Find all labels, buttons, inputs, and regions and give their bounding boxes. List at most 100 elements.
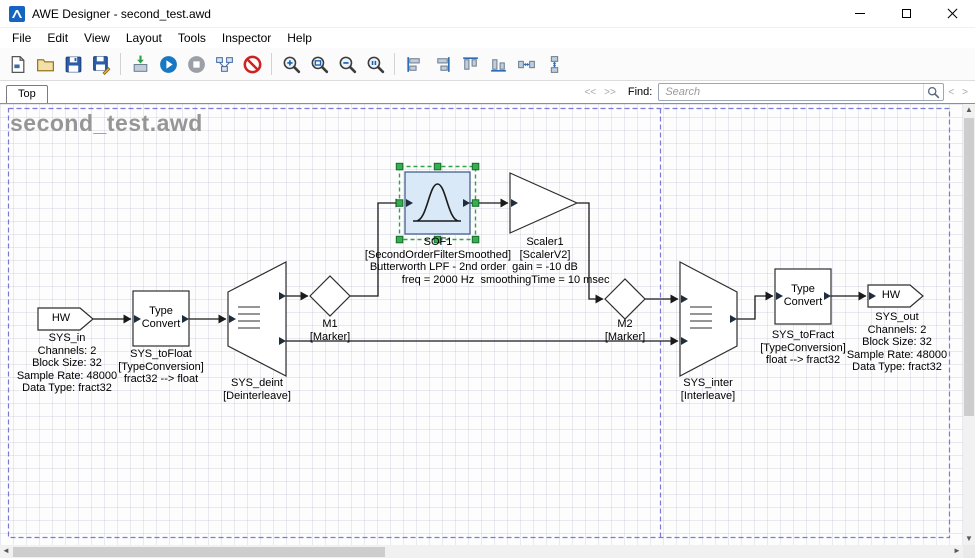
find-next-button[interactable]: > bbox=[958, 87, 972, 98]
align-top-button[interactable] bbox=[456, 50, 484, 78]
zoom-out-button[interactable] bbox=[333, 50, 361, 78]
block-detail: [Interleave] bbox=[648, 390, 768, 403]
run-icon bbox=[158, 54, 179, 75]
menu-item-file[interactable]: File bbox=[4, 29, 39, 47]
design-canvas[interactable]: second_test.awd HW Type Convert Type Con… bbox=[0, 104, 963, 545]
zoom-fit-icon bbox=[309, 54, 330, 75]
profile-icon bbox=[214, 54, 235, 75]
zoom-in-button[interactable] bbox=[277, 50, 305, 78]
history-back-button[interactable]: << bbox=[580, 87, 600, 98]
open-icon bbox=[35, 54, 56, 75]
block-detail: Block Size: 32 bbox=[837, 336, 957, 349]
block-detail: gain = -10 dB bbox=[474, 261, 616, 274]
block-detail: [ScalerV2] bbox=[474, 249, 616, 262]
distribute-horizontal-button[interactable] bbox=[512, 50, 540, 78]
scroll-left-arrow[interactable]: ◄ bbox=[0, 545, 12, 558]
menu-item-tools[interactable]: Tools bbox=[170, 29, 214, 47]
search-icon[interactable] bbox=[923, 84, 943, 100]
run-button[interactable] bbox=[154, 50, 182, 78]
save-as-button[interactable] bbox=[87, 50, 115, 78]
align-right-button[interactable] bbox=[428, 50, 456, 78]
align-bottom-icon bbox=[488, 54, 509, 75]
vertical-scroll-thumb[interactable] bbox=[964, 118, 974, 416]
download-to-target-button[interactable] bbox=[126, 50, 154, 78]
zoom-actual-button[interactable] bbox=[361, 50, 389, 78]
vertical-scrollbar[interactable]: ▲ ▼ bbox=[963, 104, 975, 545]
toolbar-separator bbox=[394, 53, 395, 75]
sys-tofloat-shape-label: Type Convert bbox=[133, 305, 189, 330]
block-detail: Sample Rate: 48000 bbox=[837, 349, 957, 362]
align-left-button[interactable] bbox=[400, 50, 428, 78]
horizontal-scrollbar[interactable]: ◄ ► bbox=[0, 545, 963, 558]
block-name: SYS_in bbox=[7, 332, 127, 345]
block-detail: [Marker] bbox=[585, 331, 665, 344]
stop-icon bbox=[186, 54, 207, 75]
menu-item-view[interactable]: View bbox=[76, 29, 118, 47]
toolbar-separator bbox=[271, 53, 272, 75]
block-name: SYS_toFloat bbox=[101, 348, 221, 361]
close-button[interactable] bbox=[929, 0, 975, 27]
find-prev-button[interactable]: < bbox=[944, 87, 958, 98]
sys-in-shape-label: HW bbox=[40, 312, 82, 325]
block-m1[interactable] bbox=[310, 276, 350, 316]
search-box[interactable] bbox=[658, 83, 944, 101]
app-icon bbox=[9, 6, 25, 22]
block-detail: [Deinterleave] bbox=[197, 390, 317, 403]
zoom-actual-icon bbox=[365, 54, 386, 75]
menu-item-inspector[interactable]: Inspector bbox=[214, 29, 279, 47]
canvas-title: second_test.awd bbox=[10, 110, 203, 137]
stop-button[interactable] bbox=[182, 50, 210, 78]
horizontal-scroll-thumb[interactable] bbox=[13, 547, 385, 557]
distribute-vertical-button[interactable] bbox=[540, 50, 568, 78]
block-name: SYS_inter bbox=[648, 377, 768, 390]
sys-out-labels: SYS_out Channels: 2 Block Size: 32 Sampl… bbox=[837, 311, 957, 374]
scrollbar-corner bbox=[963, 545, 975, 558]
menu-item-edit[interactable]: Edit bbox=[39, 29, 76, 47]
title-bar: AWE Designer - second_test.awd bbox=[0, 0, 975, 28]
find-label: Find: bbox=[628, 86, 652, 98]
window-controls bbox=[837, 0, 975, 27]
menu-item-help[interactable]: Help bbox=[279, 29, 320, 47]
minimize-icon bbox=[855, 13, 865, 14]
block-name: Scaler1 bbox=[474, 236, 616, 249]
block-name: SYS_out bbox=[837, 311, 957, 324]
menu-bar: File Edit View Layout Tools Inspector He… bbox=[0, 28, 975, 48]
sys-out-shape-label: HW bbox=[870, 289, 912, 302]
sys-deint-labels: SYS_deint [Deinterleave] bbox=[197, 377, 317, 402]
block-sys-deint[interactable] bbox=[228, 262, 286, 376]
block-name: SYS_deint bbox=[197, 377, 317, 390]
open-button[interactable] bbox=[31, 50, 59, 78]
search-input[interactable] bbox=[659, 86, 923, 98]
block-name: M2 bbox=[585, 318, 665, 331]
zoom-in-icon bbox=[281, 54, 302, 75]
download-to-target-icon bbox=[130, 54, 151, 75]
zoom-fit-button[interactable] bbox=[305, 50, 333, 78]
tab-top[interactable]: Top bbox=[6, 85, 48, 103]
toolbar-separator bbox=[120, 53, 121, 75]
close-icon bbox=[947, 8, 958, 19]
block-scaler1[interactable] bbox=[510, 173, 577, 233]
new-design-button[interactable] bbox=[3, 50, 31, 78]
sys-inter-labels: SYS_inter [Interleave] bbox=[648, 377, 768, 402]
scroll-right-arrow[interactable]: ► bbox=[951, 545, 963, 558]
minimize-button[interactable] bbox=[837, 0, 883, 27]
menu-item-layout[interactable]: Layout bbox=[118, 29, 170, 47]
save-button[interactable] bbox=[59, 50, 87, 78]
align-bottom-button[interactable] bbox=[484, 50, 512, 78]
m1-labels: M1 [Marker] bbox=[290, 318, 370, 343]
block-sof1[interactable] bbox=[405, 172, 470, 234]
align-right-icon bbox=[432, 54, 453, 75]
hardware-disconnected-icon bbox=[242, 54, 263, 75]
maximize-icon bbox=[902, 9, 911, 18]
block-sys-inter[interactable] bbox=[680, 262, 737, 376]
block-name: M1 bbox=[290, 318, 370, 331]
hardware-disconnected-button[interactable] bbox=[238, 50, 266, 78]
maximize-button[interactable] bbox=[883, 0, 929, 27]
scroll-down-arrow[interactable]: ▼ bbox=[963, 533, 975, 545]
block-detail: Data Type: fract32 bbox=[837, 361, 957, 374]
wire-inter-tofract[interactable] bbox=[737, 296, 773, 319]
history-forward-button[interactable]: >> bbox=[600, 87, 620, 98]
find-zone: << >> Find: < > bbox=[580, 83, 972, 101]
profile-button[interactable] bbox=[210, 50, 238, 78]
scroll-up-arrow[interactable]: ▲ bbox=[963, 104, 975, 116]
